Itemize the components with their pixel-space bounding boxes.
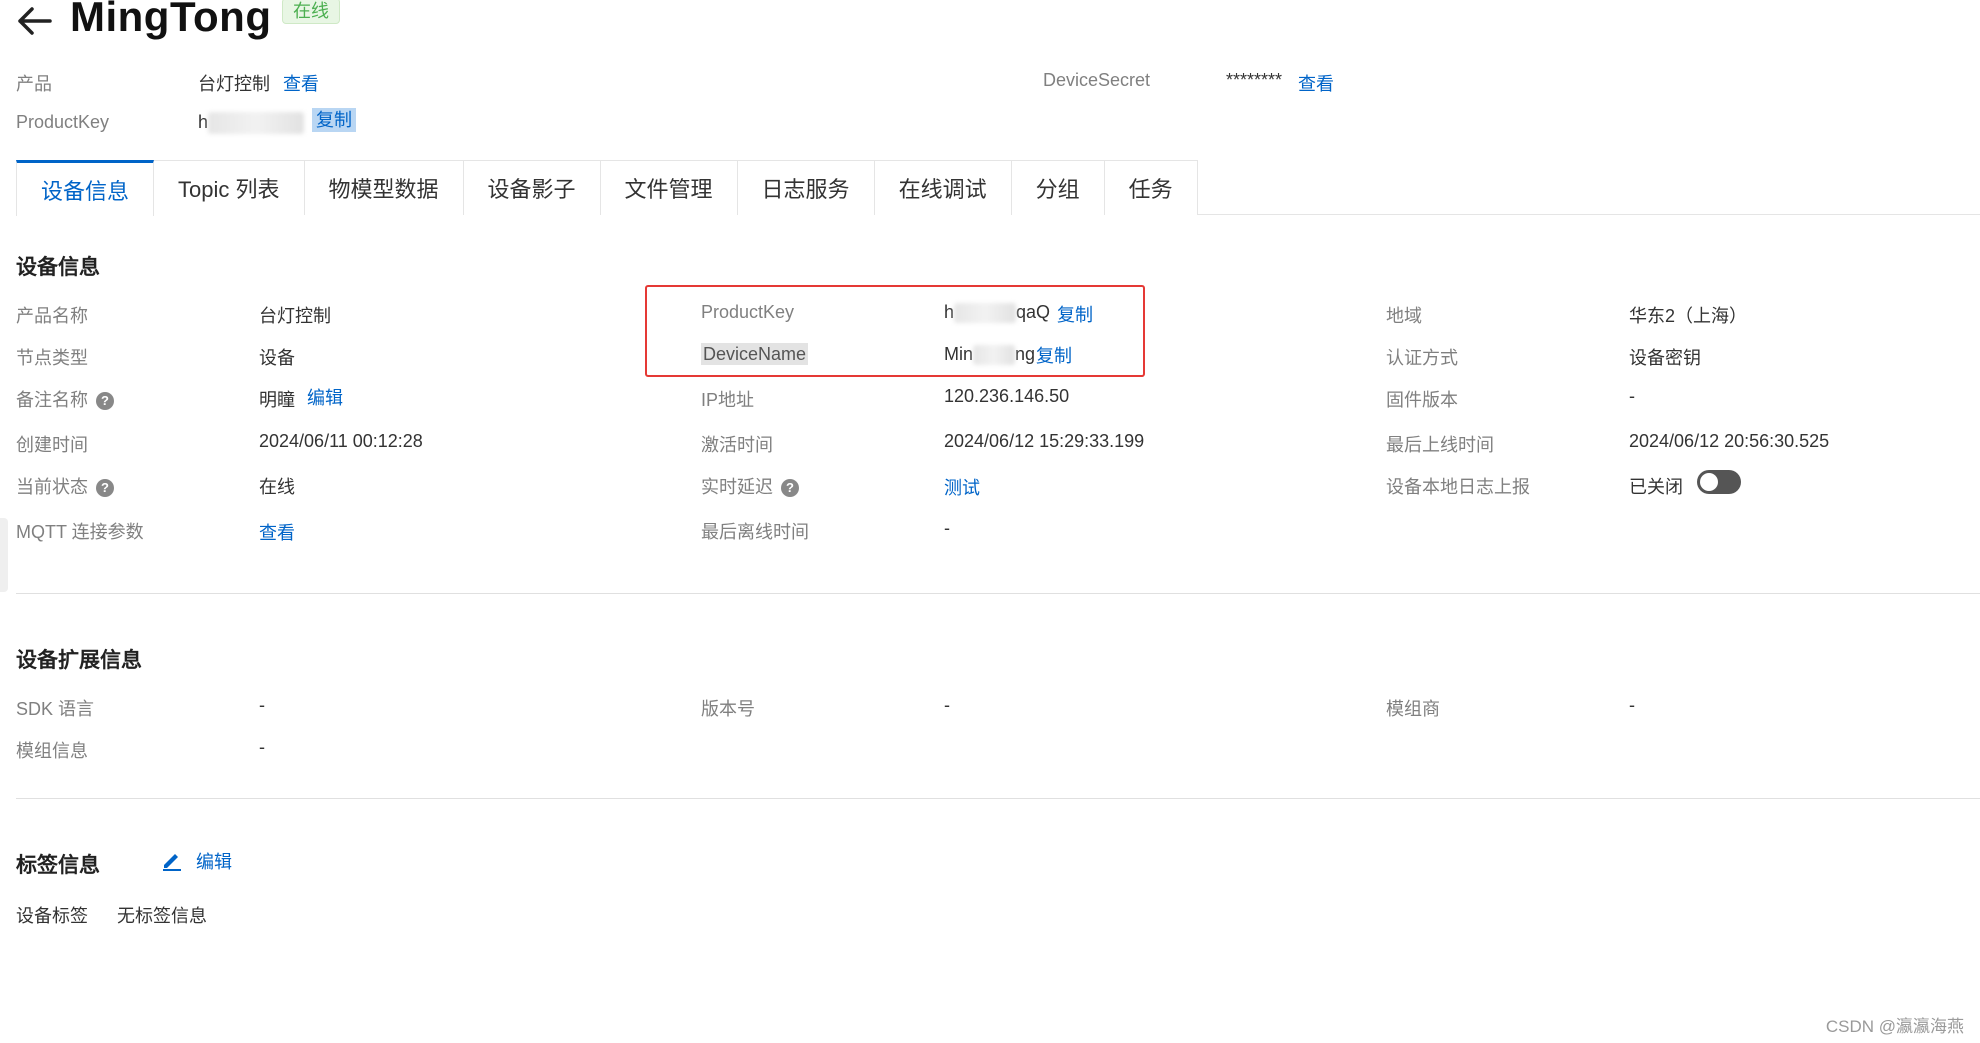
devicename-field-value: Min ng bbox=[944, 344, 1036, 366]
tab-bar: 设备信息 Topic 列表 物模型数据 设备影子 文件管理 日志服务 在线调试 … bbox=[16, 160, 1980, 216]
help-icon[interactable]: ? bbox=[96, 392, 114, 411]
product-view-link[interactable]: 查看 bbox=[283, 70, 319, 96]
productkey-value: h bbox=[198, 112, 305, 135]
productkey-copy-link[interactable]: 复制 bbox=[312, 108, 356, 132]
device-title: MingTong bbox=[70, 0, 272, 40]
product-label: 产品 bbox=[16, 74, 52, 94]
section-divider bbox=[16, 593, 1980, 594]
latency-test-link[interactable]: 测试 bbox=[944, 474, 980, 500]
tab-tasks[interactable]: 任务 bbox=[1104, 160, 1198, 215]
auth-method-value: 设备密钥 bbox=[1629, 348, 1701, 368]
tab-thing-model-data[interactable]: 物模型数据 bbox=[304, 160, 464, 215]
ext-info-title: 设备扩展信息 bbox=[16, 649, 142, 672]
back-arrow-icon[interactable] bbox=[14, 4, 54, 38]
devicename-field-label: DeviceName bbox=[701, 343, 809, 365]
ip-address-value: 120.236.146.50 bbox=[944, 386, 1070, 406]
device-tag-label: 设备标签 bbox=[16, 906, 88, 926]
auth-method-label: 认证方式 bbox=[1386, 348, 1458, 368]
productkey-label: ProductKey bbox=[16, 112, 110, 132]
last-online-value: 2024/06/12 20:56:30.525 bbox=[1629, 431, 1830, 451]
firmware-version-label: 固件版本 bbox=[1386, 390, 1458, 410]
node-type-value: 设备 bbox=[259, 348, 295, 368]
local-log-report-label: 设备本地日志上报 bbox=[1386, 477, 1530, 497]
version-label: 版本号 bbox=[701, 699, 755, 719]
tab-topic-list[interactable]: Topic 列表 bbox=[154, 160, 305, 215]
tab-groups[interactable]: 分组 bbox=[1011, 160, 1105, 215]
redacted-blur bbox=[973, 345, 1016, 366]
redacted-blur bbox=[208, 112, 305, 135]
current-status-value: 在线 bbox=[259, 477, 295, 497]
product-name-label: 产品名称 bbox=[16, 306, 88, 326]
devicesecret-value: ******** bbox=[1226, 70, 1283, 90]
created-time-label: 创建时间 bbox=[16, 435, 88, 455]
local-log-toggle[interactable] bbox=[1697, 470, 1741, 494]
activated-time-label: 激活时间 bbox=[701, 435, 773, 455]
redacted-blur bbox=[954, 303, 1017, 324]
region-label: 地域 bbox=[1386, 306, 1422, 326]
last-offline-label: 最后离线时间 bbox=[701, 522, 809, 542]
watermark-text: CSDN @瀛瀛海燕 bbox=[1825, 1017, 1964, 1036]
tab-device-info[interactable]: 设备信息 bbox=[16, 160, 155, 216]
pencil-icon[interactable] bbox=[160, 848, 184, 872]
mqtt-params-label: MQTT 连接参数 bbox=[16, 522, 144, 542]
product-value: 台灯控制 bbox=[198, 74, 270, 94]
current-status-label: 当前状态? bbox=[16, 473, 114, 499]
tab-device-shadow[interactable]: 设备影子 bbox=[463, 160, 601, 215]
tag-edit-link[interactable]: 编辑 bbox=[196, 848, 232, 874]
module-vendor-label: 模组商 bbox=[1386, 699, 1440, 719]
productkey-copy-button[interactable]: 复制 bbox=[1057, 301, 1093, 327]
device-info-title: 设备信息 bbox=[16, 256, 100, 279]
productkey-field-value: h qaQ bbox=[944, 302, 1051, 324]
toggle-knob bbox=[1700, 473, 1718, 491]
help-icon[interactable]: ? bbox=[781, 479, 799, 498]
tab-log-service[interactable]: 日志服务 bbox=[737, 160, 875, 215]
module-vendor-value: - bbox=[1629, 695, 1635, 715]
node-type-label: 节点类型 bbox=[16, 348, 88, 368]
remark-name-value: 明瞳 bbox=[259, 390, 295, 410]
sdk-language-label: SDK 语言 bbox=[16, 699, 95, 719]
firmware-version-value: - bbox=[1629, 386, 1635, 406]
devicesecret-label: DeviceSecret bbox=[1043, 70, 1151, 90]
realtime-latency-label: 实时延迟? bbox=[701, 473, 799, 499]
remark-name-label: 备注名称? bbox=[16, 386, 114, 412]
ip-address-label: IP地址 bbox=[701, 390, 755, 410]
section-divider bbox=[16, 798, 1980, 799]
productkey-field-label: ProductKey bbox=[701, 302, 795, 322]
module-info-value: - bbox=[259, 737, 265, 757]
devicesecret-view-link[interactable]: 查看 bbox=[1298, 70, 1334, 96]
tag-info-title: 标签信息 bbox=[16, 854, 100, 877]
devicename-copy-button[interactable]: 复制 bbox=[1036, 342, 1072, 368]
region-value: 华东2（上海） bbox=[1629, 306, 1748, 326]
help-icon[interactable]: ? bbox=[96, 479, 114, 498]
status-badge: 在线 bbox=[282, 0, 340, 24]
created-time-value: 2024/06/11 00:12:28 bbox=[259, 431, 423, 451]
mqtt-view-link[interactable]: 查看 bbox=[259, 519, 295, 545]
module-info-label: 模组信息 bbox=[16, 741, 88, 761]
tab-file-management[interactable]: 文件管理 bbox=[600, 160, 738, 215]
last-online-label: 最后上线时间 bbox=[1386, 435, 1494, 455]
remark-edit-link[interactable]: 编辑 bbox=[307, 384, 343, 410]
activated-time-value: 2024/06/12 15:29:33.199 bbox=[944, 431, 1145, 451]
device-tag-value: 无标签信息 bbox=[117, 906, 207, 926]
tab-online-debug[interactable]: 在线调试 bbox=[874, 160, 1012, 215]
product-name-value: 台灯控制 bbox=[259, 306, 331, 326]
sdk-language-value: - bbox=[259, 695, 265, 715]
version-value: - bbox=[944, 695, 950, 715]
side-drawer-handle[interactable] bbox=[0, 518, 8, 592]
last-offline-value: - bbox=[944, 518, 950, 538]
local-log-report-value: 已关闭 bbox=[1629, 477, 1683, 497]
